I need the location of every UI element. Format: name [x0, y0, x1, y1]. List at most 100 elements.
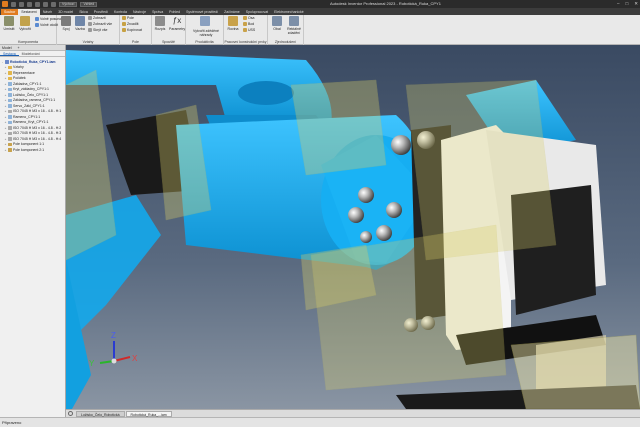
appearance-combo[interactable]: Vzhled	[80, 1, 98, 7]
expand-toggle-icon[interactable]: +	[4, 76, 7, 80]
group-label: Komponenta	[18, 40, 38, 44]
tab-assembly[interactable]: Sestava	[0, 51, 19, 56]
create-substitutes-button[interactable]	[197, 16, 213, 27]
expand-toggle-icon[interactable]: +	[4, 87, 7, 91]
join-icon	[61, 16, 71, 26]
new-file-icon[interactable]	[11, 1, 16, 7]
expand-toggle-icon[interactable]: +	[4, 104, 7, 108]
point-button[interactable]: Bod	[243, 22, 254, 26]
open-file-icon[interactable]	[19, 1, 24, 7]
expand-toggle-icon[interactable]: +	[4, 82, 7, 86]
part-icon	[8, 115, 12, 119]
group-label: Spouště	[162, 40, 175, 44]
bolt-head-icon[interactable]	[358, 187, 374, 203]
expand-toggle-icon[interactable]: -	[1, 60, 4, 64]
mirror-label: Zrcadlit	[127, 22, 139, 26]
part-icon	[8, 87, 12, 91]
plane-button[interactable]: Rovina	[225, 16, 241, 31]
hide-all-button[interactable]: Skrýt vše	[88, 28, 107, 32]
expand-toggle-icon[interactable]: +	[4, 98, 7, 102]
bolt-icon	[8, 126, 12, 130]
ucs-label: USS	[248, 28, 256, 32]
expand-toggle-icon[interactable]: +	[4, 137, 7, 141]
substitutes-icon	[200, 16, 210, 26]
bolt-icon	[8, 131, 12, 135]
shrinkwrap-label: Rektálně zdadění	[287, 27, 301, 35]
constrain-button[interactable]: Vazba	[72, 16, 88, 31]
create-button[interactable]: Vytvořit	[17, 16, 33, 31]
parameters-button[interactable]: ƒx Parametry	[169, 16, 185, 31]
free-rotate-button[interactable]: Volně otočit	[35, 23, 58, 27]
tree-node-label: Kryt_základny_CPY1:1	[13, 87, 49, 92]
axis-button[interactable]: Osa	[243, 16, 254, 20]
save-icon[interactable]	[27, 1, 32, 7]
expand-toggle-icon[interactable]: +	[4, 65, 7, 69]
axis-y-label: Y	[89, 359, 95, 368]
pattern-icon	[8, 142, 12, 146]
join-label: Spoj	[62, 27, 70, 31]
expand-toggle-icon[interactable]: +	[4, 126, 7, 130]
undo-icon[interactable]	[35, 1, 40, 7]
axis-z-label: Z	[111, 331, 116, 340]
work-plane[interactable]	[290, 79, 387, 176]
home-icon[interactable]	[51, 1, 56, 7]
redo-icon[interactable]	[43, 1, 48, 7]
pattern-button[interactable]: Pole	[122, 16, 134, 20]
wrap-label: Obal	[273, 27, 281, 31]
document-tab[interactable]: Ložisko_Čelo_Robotická	[76, 410, 125, 417]
point-label: Bod	[248, 22, 255, 26]
expand-toggle-icon[interactable]: +	[4, 115, 7, 119]
shrinkwrap-button[interactable]: Rektálně zdadění	[286, 16, 302, 35]
close-icon[interactable]: ✕	[634, 1, 638, 7]
show-button[interactable]: Zobrazit	[88, 16, 106, 20]
bolt-head-icon[interactable]	[360, 231, 372, 243]
tree-node[interactable]: + Pole komponent 2:1	[0, 147, 65, 153]
fx-icon: ƒx	[172, 16, 182, 25]
folder-icon	[8, 76, 12, 80]
home-tab-icon[interactable]	[68, 411, 73, 416]
expand-toggle-icon[interactable]: +	[4, 120, 7, 124]
point-icon	[243, 22, 247, 26]
expand-toggle-icon[interactable]: +	[4, 142, 7, 146]
bolt-head-icon[interactable]	[348, 207, 364, 223]
expand-toggle-icon[interactable]: +	[4, 131, 7, 135]
show-all-button[interactable]: Zobrazit vše	[88, 22, 112, 26]
show-label: Zobrazit	[93, 16, 106, 20]
lod-combo[interactable]: Výchozí	[59, 1, 78, 7]
ribbon-panel: Umístit Vytvořit Volně posunout Volně ot…	[0, 15, 640, 45]
status-bar: Připraveno	[0, 417, 640, 427]
maximize-icon[interactable]: □	[626, 1, 629, 7]
browser-title[interactable]: Model	[2, 46, 12, 50]
bolt-head-icon[interactable]	[376, 225, 392, 241]
expand-toggle-icon[interactable]: +	[4, 93, 7, 97]
group-label: Vztahy	[82, 40, 94, 44]
expand-toggle-icon[interactable]: +	[4, 148, 7, 152]
minimize-icon[interactable]: –	[617, 1, 620, 7]
bolt-head-icon[interactable]	[386, 202, 402, 218]
graphics-viewport[interactable]: Z X Y	[66, 45, 640, 409]
copy-button[interactable]: Kopírovat	[122, 28, 142, 32]
group-simplification: Obal Rektálně zdadění Zjednodušení	[268, 15, 304, 45]
design-button[interactable]: Rozpis	[152, 16, 168, 31]
expand-toggle-icon[interactable]: +	[4, 109, 7, 113]
expand-toggle-icon[interactable]: +	[4, 71, 7, 75]
tree-node-label: Počátek	[13, 76, 26, 81]
tree-node[interactable]: - Robotická_Ruka_CPY1.iam	[0, 59, 65, 65]
axis-x-label: X	[132, 354, 138, 363]
document-tab[interactable]: Robotická_Ruka_...iam	[125, 410, 172, 417]
browser-add-button[interactable]: +	[18, 46, 20, 50]
viewport-scene[interactable]: Z X Y	[66, 45, 640, 409]
pattern-icon	[8, 148, 12, 152]
ucs-button[interactable]: USS	[243, 28, 255, 32]
place-button[interactable]: Umístit	[1, 16, 17, 31]
work-plane[interactable]	[510, 334, 640, 409]
mirror-button[interactable]: Zrcadlit	[122, 22, 138, 26]
part-icon	[8, 93, 12, 97]
wrap-button[interactable]: Obal	[269, 16, 285, 31]
axis-label: Osa	[248, 16, 255, 20]
bolt-icon	[8, 109, 12, 113]
ucs-icon	[243, 28, 247, 32]
tab-modeling[interactable]: Modelování	[19, 51, 43, 56]
design-label: Rozpis	[154, 27, 166, 31]
bolt-head-icon[interactable]	[391, 135, 411, 155]
